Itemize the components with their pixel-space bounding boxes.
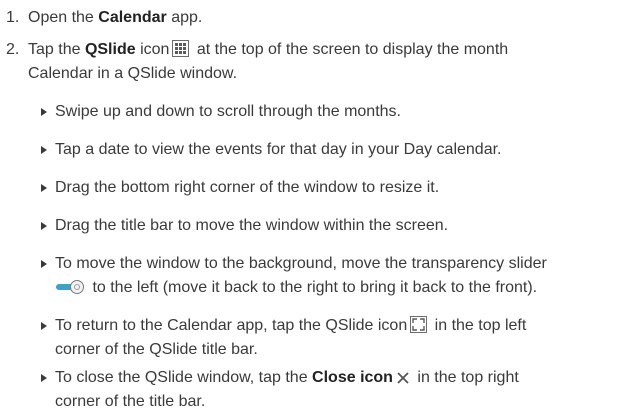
bullet-arrow-icon — [41, 184, 47, 192]
step-bold: QSlide — [84, 41, 136, 58]
bullet-arrow-icon — [41, 374, 47, 382]
bullet-arrow-icon — [41, 222, 47, 230]
step-number: 2. — [6, 41, 20, 58]
close-icon — [396, 369, 410, 393]
bullet-continuation: corner of the title bar. — [55, 393, 206, 410]
step-text: icon — [135, 41, 170, 58]
step-number: 1. — [6, 9, 20, 26]
step-text: Tap the — [28, 41, 85, 58]
step-2-continuation: Calendar in a QSlide window. — [28, 65, 238, 82]
step-text: app. — [166, 9, 203, 26]
bullet-arrow-icon — [41, 260, 47, 268]
step-1: 1. Open the Calendar app. — [0, 6, 202, 30]
bullet-arrow-icon — [41, 146, 47, 154]
step-text: at the top of the screen to display the … — [192, 41, 509, 58]
bullet-arrow-icon — [41, 108, 47, 116]
bullet-arrow-icon — [41, 322, 47, 330]
instruction-document: 1. Open the Calendar app. 2. Tap the QSlid… — [0, 0, 637, 413]
step-bold: Calendar — [98, 9, 167, 26]
step-2: 2. Tap the QSlide icon at the top of the … — [0, 38, 508, 65]
bullet-continuation: to the left (move it back to the right t… — [55, 276, 537, 303]
transparency-slider-icon — [55, 279, 85, 303]
step-text: Open the — [28, 9, 99, 26]
qslide-return-icon — [410, 316, 428, 341]
bullet-continuation: corner of the QSlide title bar. — [55, 341, 258, 358]
